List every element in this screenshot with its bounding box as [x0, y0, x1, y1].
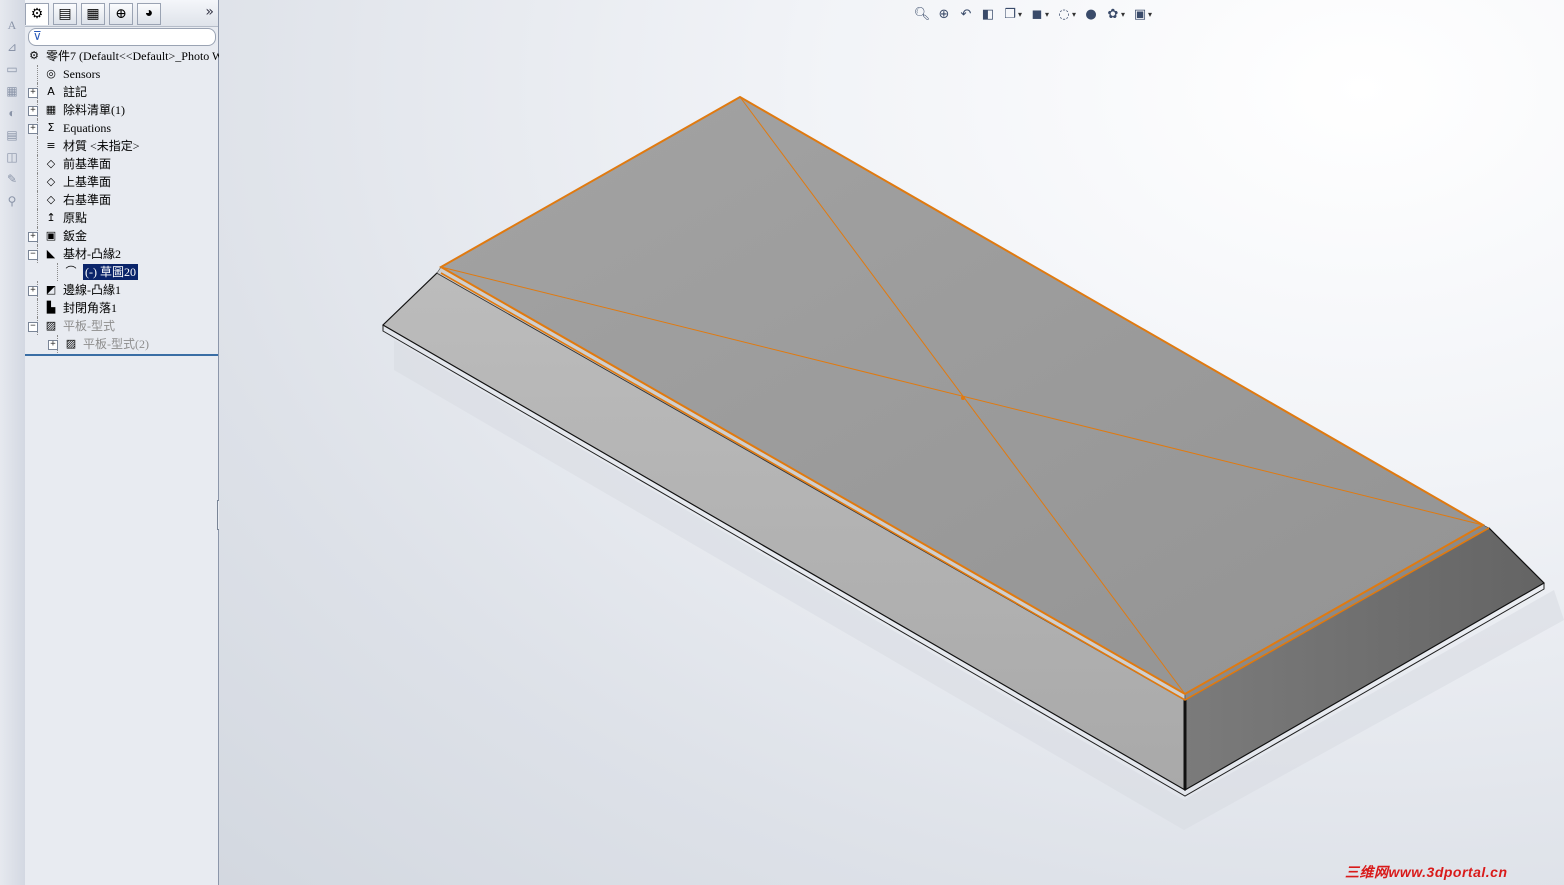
tree-item[interactable]: + ◩ 邊線-凸緣1	[25, 281, 218, 299]
tree-item[interactable]: ◇ 右基準面	[25, 191, 218, 209]
tree-item-label: 註記	[63, 85, 88, 99]
tree-item-label: 封閉角落1	[63, 301, 118, 315]
tree-guide-line	[37, 173, 38, 191]
tree-item-label: 除料清單(1)	[63, 103, 125, 117]
flat-pattern-icon: ▨	[45, 319, 57, 332]
origin-icon: ↥	[46, 211, 56, 224]
tree-item[interactable]: ≡ 材質 <未指定>	[25, 137, 218, 155]
tree-guide-line	[57, 263, 58, 281]
tree-item-label: Sensors	[63, 67, 101, 81]
part-icon: ⚙	[29, 49, 39, 62]
plane-icon: ◇	[46, 157, 56, 170]
base-flange-icon: ◣	[46, 247, 56, 260]
tree-item[interactable]: − ▨ 平板-型式	[25, 317, 218, 335]
display-manager-icon[interactable]: ◕	[137, 3, 161, 25]
tree-item[interactable]: + ▨ 平板-型式(2)	[25, 335, 218, 353]
flat-pattern-icon: ▨	[65, 337, 77, 350]
tree-item[interactable]: ▙ 封閉角落1	[25, 299, 218, 317]
annotations-icon: A	[47, 85, 55, 98]
tree-item[interactable]: ◇ 上基準面	[25, 173, 218, 191]
tree-guide-line	[37, 155, 38, 173]
expand-panel-icon[interactable]: »	[205, 4, 214, 20]
tree-expander[interactable]: +	[28, 88, 38, 98]
material-icon: ≡	[46, 139, 56, 152]
custom-properties-icon[interactable]: ▤	[3, 126, 21, 144]
solidworks-resources-icon[interactable]: ⚲	[3, 192, 21, 210]
tree-item-label: 邊線-凸緣1	[63, 283, 121, 297]
tree-item[interactable]: ◎ Sensors	[25, 65, 218, 83]
tree-guide-line	[37, 137, 38, 155]
tree-item[interactable]: ⚙ 零件7 (Default<<Default>_Photo Works	[25, 47, 243, 65]
tree-item-label: 上基準面	[63, 175, 112, 189]
appearances-icon[interactable]: ◐	[3, 104, 21, 122]
task-pane-strip: A ⊿ ▭ ▦ ◐ ▤ ◫ ✎ ⚲	[0, 0, 26, 885]
tree-item-label: 基材-凸緣2	[63, 247, 121, 261]
closed-corner-icon: ▙	[46, 301, 56, 314]
plane-icon: ◇	[46, 175, 56, 188]
tree-expander[interactable]: +	[48, 340, 58, 350]
tree-item[interactable]: + A 註記	[25, 83, 218, 101]
tree-expander[interactable]: +	[28, 106, 38, 116]
3d-content-icon[interactable]: A	[3, 16, 21, 34]
tree-guide-line	[37, 65, 38, 83]
tree-item[interactable]: ⌒ (-) 草圖20	[25, 263, 218, 281]
tree-item-label: 前基準面	[63, 157, 112, 171]
tree-item-label: 鈑金	[63, 229, 88, 243]
tree-item[interactable]: + ▦ 除料清單(1)	[25, 101, 218, 119]
feature-manager-tabs: » ⚙ ▤ ▦ ⊕ ◕	[25, 0, 218, 27]
sheet-metal-model[interactable]	[219, 0, 1564, 885]
sheet-metal-icon: ▣	[45, 229, 57, 242]
tree-item[interactable]: + Σ Equations	[25, 119, 218, 137]
view-palette-icon[interactable]: ▦	[3, 82, 21, 100]
tree-item-label: 零件7 (Default<<Default>_Photo Works	[46, 49, 244, 63]
tree-item-label: 平板-型式(2)	[83, 337, 149, 351]
tree-item[interactable]: ↥ 原點	[25, 209, 218, 227]
tree-guide-line	[37, 209, 38, 227]
tree-item-label: Equations	[63, 121, 111, 135]
filter-icon: ⊽	[33, 29, 42, 43]
cut-list-icon: ▦	[45, 103, 57, 116]
tree-item-label: 平板-型式	[63, 319, 115, 333]
tree-item-label: 右基準面	[63, 193, 112, 207]
tree-guide-line	[37, 191, 38, 209]
forum-icon[interactable]: ✎	[3, 170, 21, 188]
tree-item-label: 材質 <未指定>	[63, 139, 140, 153]
feature-filter-input[interactable]: ⊽	[28, 28, 216, 46]
tree-expander[interactable]: +	[28, 232, 38, 242]
watermark-text: 三维网www.3dportal.cn	[1345, 864, 1508, 880]
document-recovery-icon[interactable]: ◫	[3, 148, 21, 166]
feature-manager-panel: » ⚙ ▤ ▦ ⊕ ◕ ⊽ ⚙ 零件7 (Default<<Default>_Photo …	[25, 0, 243, 885]
tree-item[interactable]: − ◣ 基材-凸緣2	[25, 245, 218, 263]
edge-flange-icon: ◩	[45, 283, 57, 296]
graphics-viewport[interactable]: 🔍︎ ⊕ ↶ ◧ ❐ ▾ ◼ ▾ ◌ ▾ ● ✿ ▾ ▣ ▾	[219, 0, 1564, 885]
tree-item[interactable]: + ▣ 鈑金	[25, 227, 218, 245]
sketch-center-point	[961, 396, 965, 400]
tree-expander[interactable]: −	[28, 250, 38, 260]
dimxpert-icon[interactable]: ⊕	[109, 3, 133, 25]
sketch-icon: ⌒	[65, 265, 77, 278]
equations-icon: Σ	[47, 121, 55, 134]
feature-tree-icon[interactable]: ⚙	[25, 3, 49, 25]
plane-icon: ◇	[46, 193, 56, 206]
tree-rollback-bar[interactable]	[25, 354, 218, 356]
tree-item[interactable]: ◇ 前基準面	[25, 155, 218, 173]
file-explorer-icon[interactable]: ▭	[3, 60, 21, 78]
tree-expander[interactable]: +	[28, 124, 38, 134]
property-manager-icon[interactable]: ▤	[53, 3, 77, 25]
configuration-manager-icon[interactable]: ▦	[81, 3, 105, 25]
design-library-icon[interactable]: ⊿	[3, 38, 21, 56]
sensors-icon: ◎	[46, 67, 56, 80]
feature-tree: ⚙ 零件7 (Default<<Default>_Photo Works ◎ Sens…	[25, 47, 243, 353]
tree-item-label: (-) 草圖20	[83, 264, 138, 280]
tree-item-label: 原點	[63, 211, 88, 225]
tree-expander[interactable]: −	[28, 322, 38, 332]
tree-expander[interactable]: +	[28, 286, 38, 296]
tree-guide-line	[37, 299, 38, 317]
